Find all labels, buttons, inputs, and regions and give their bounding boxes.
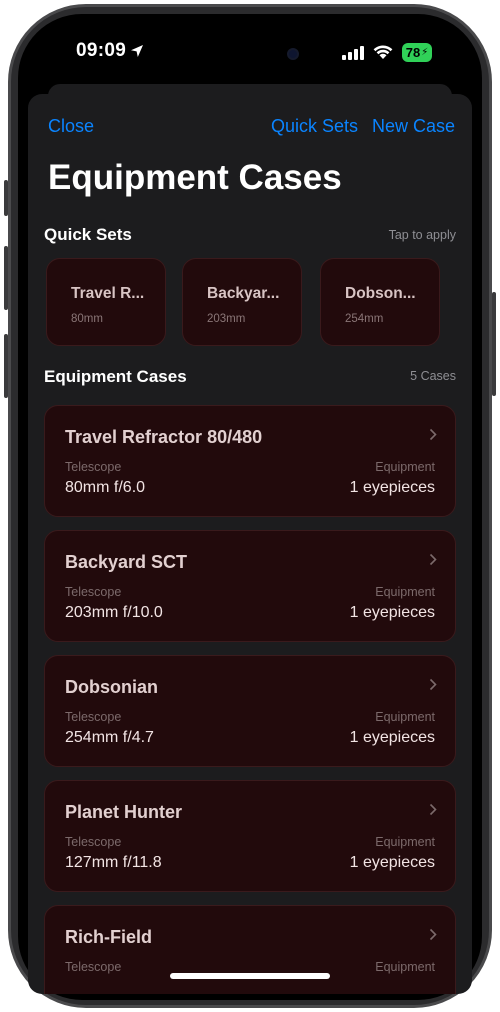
chevron-right-icon xyxy=(429,553,437,571)
telescope-label: Telescope xyxy=(65,460,122,474)
status-time: 09:09 xyxy=(76,40,127,61)
equipment-value: 1 eyepieces xyxy=(349,729,435,746)
case-card[interactable]: Dobsonian Telescope Equipment 254mm f/4.… xyxy=(44,655,456,767)
quick-set-card[interactable]: Travel R... 80mm xyxy=(46,258,166,346)
case-name: Travel Refractor 80/480 xyxy=(65,427,263,447)
telescope-value: 203mm f/10.0 xyxy=(65,604,163,621)
battery-indicator: 78 ⚡ xyxy=(402,43,432,62)
quick-set-aperture: 254mm xyxy=(345,313,384,325)
equipment-label: Equipment xyxy=(375,960,435,974)
quick-set-name: Dobson... xyxy=(345,285,416,302)
equipment-label: Equipment xyxy=(375,710,435,724)
telescope-label: Telescope xyxy=(65,585,122,599)
quick-sets-hint: Tap to apply xyxy=(388,228,456,242)
equipment-value: 1 eyepieces xyxy=(349,479,435,496)
equipment-cases-heading: Equipment Cases xyxy=(44,367,187,386)
home-indicator[interactable] xyxy=(170,973,330,979)
case-name: Backyard SCT xyxy=(65,552,188,572)
camera-icon xyxy=(287,48,299,60)
equipment-label: Equipment xyxy=(375,585,435,599)
page-title: Equipment Cases xyxy=(48,158,342,197)
quick-sets-button[interactable]: Quick Sets xyxy=(271,116,358,137)
case-card[interactable]: Planet Hunter Telescope Equipment 127mm … xyxy=(44,780,456,892)
quick-set-aperture: 80mm xyxy=(71,313,103,325)
volume-up-button xyxy=(4,246,8,310)
quick-set-name: Travel R... xyxy=(71,285,145,302)
cellular-signal-icon xyxy=(342,46,364,65)
battery-level: 78 xyxy=(405,45,421,60)
telescope-label: Telescope xyxy=(65,710,122,724)
quick-set-card[interactable]: Backyar... 203mm xyxy=(182,258,302,346)
chevron-right-icon xyxy=(429,803,437,821)
volume-down-button xyxy=(4,334,8,398)
location-arrow-icon xyxy=(130,44,144,63)
case-card[interactable]: Travel Refractor 80/480 Telescope Equipm… xyxy=(44,405,456,517)
case-card[interactable]: Rich-Field Telescope Equipment xyxy=(44,905,456,994)
chevron-right-icon xyxy=(429,428,437,446)
silent-switch xyxy=(4,180,8,216)
case-name: Dobsonian xyxy=(65,677,158,697)
power-button xyxy=(492,292,496,396)
telescope-label: Telescope xyxy=(65,835,122,849)
equipment-cases-sheet: Close Quick Sets New Case Equipment Case… xyxy=(28,94,472,994)
chevron-right-icon xyxy=(429,928,437,946)
telescope-value: 80mm f/6.0 xyxy=(65,479,146,496)
charging-icon: ⚡ xyxy=(421,47,429,58)
quick-set-aperture: 203mm xyxy=(207,313,246,325)
case-count: 5 Cases xyxy=(410,369,456,383)
quick-set-name: Backyar... xyxy=(207,285,280,302)
chevron-right-icon xyxy=(429,678,437,696)
equipment-label: Equipment xyxy=(375,835,435,849)
case-name: Rich-Field xyxy=(65,927,153,947)
case-name: Planet Hunter xyxy=(65,802,183,822)
quick-sets-heading: Quick Sets xyxy=(44,225,132,244)
equipment-label: Equipment xyxy=(375,460,435,474)
telescope-value: 254mm f/4.7 xyxy=(65,729,154,746)
case-card[interactable]: Backyard SCT Telescope Equipment 203mm f… xyxy=(44,530,456,642)
equipment-value: 1 eyepieces xyxy=(349,604,435,621)
close-button[interactable]: Close xyxy=(48,116,94,137)
wifi-icon xyxy=(372,44,394,65)
quick-set-card[interactable]: Dobson... 254mm xyxy=(320,258,440,346)
telescope-label: Telescope xyxy=(65,960,122,974)
telescope-value: 127mm f/11.8 xyxy=(65,854,162,871)
new-case-button[interactable]: New Case xyxy=(372,116,455,137)
equipment-value: 1 eyepieces xyxy=(349,854,435,871)
